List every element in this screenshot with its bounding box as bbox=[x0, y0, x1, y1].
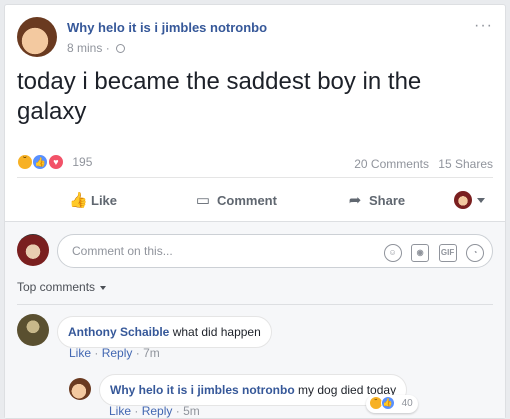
engagement-counts: 20 Comments 15 Shares bbox=[348, 157, 493, 171]
chevron-down-icon bbox=[477, 197, 485, 203]
post-author[interactable]: Why helo it is i jimbles notronbo bbox=[67, 20, 267, 35]
globe-icon bbox=[116, 44, 126, 53]
reply-reply-link[interactable]: Reply bbox=[142, 404, 173, 418]
reply-time[interactable]: 5m bbox=[183, 404, 200, 418]
comment-time[interactable]: 7m bbox=[143, 346, 160, 360]
reply-like-link[interactable]: Like bbox=[109, 404, 131, 418]
thumbs-up-icon: 👍 bbox=[69, 192, 88, 209]
reply-bubble: Why helo it is i jimbles notronbo my dog… bbox=[99, 374, 408, 406]
comment-author[interactable]: Anthony Schaible bbox=[68, 325, 169, 339]
post-stats: ˘ 👍 ♥ 195 20 Comments 15 Shares bbox=[17, 148, 493, 178]
post-meta: 8 mins · bbox=[67, 41, 126, 55]
share-button[interactable]: ➦ Share bbox=[347, 191, 405, 209]
reply-avatar[interactable] bbox=[69, 378, 91, 400]
speech-bubble-icon: ▭ bbox=[195, 192, 211, 209]
composer-tools: ☺ ◉ GIF ◔ bbox=[379, 242, 484, 262]
shares-count-link[interactable]: 15 Shares bbox=[438, 157, 493, 171]
comment-composer: ☺ ◉ GIF ◔ bbox=[57, 234, 493, 268]
post-text: today i became the saddest boy in the ga… bbox=[17, 68, 422, 125]
camera-icon[interactable]: ◉ bbox=[411, 244, 430, 262]
reply-author[interactable]: Why helo it is i jimbles notronbo bbox=[110, 383, 295, 397]
more-options-icon[interactable]: ··· bbox=[474, 17, 493, 35]
comment-reply-link[interactable]: Reply bbox=[102, 346, 133, 360]
identity-selector[interactable] bbox=[454, 191, 485, 209]
reactions-summary[interactable]: ˘ 👍 ♥ 195 bbox=[17, 153, 92, 171]
comment-sort-label: Top comments bbox=[17, 280, 96, 294]
gif-icon[interactable]: GIF bbox=[438, 244, 457, 262]
author-avatar[interactable] bbox=[17, 17, 57, 57]
composer-avatar bbox=[17, 234, 49, 266]
love-reaction-icon: ♥ bbox=[47, 153, 64, 170]
post-time[interactable]: 8 mins bbox=[67, 41, 102, 55]
emoji-icon[interactable]: ☺ bbox=[383, 244, 402, 262]
sad-reaction-icon: ˘ bbox=[17, 153, 33, 170]
comment-meta: Like · Reply · 7m bbox=[69, 346, 160, 360]
comment-label: Comment bbox=[217, 193, 277, 208]
sticker-icon[interactable]: ◔ bbox=[466, 244, 484, 262]
share-arrow-icon: ➦ bbox=[348, 192, 362, 209]
like-reaction-icon: 👍 bbox=[32, 153, 49, 170]
selector-avatar bbox=[454, 191, 472, 209]
reply-meta: Like · Reply · 5m bbox=[109, 404, 200, 418]
chevron-down-icon bbox=[100, 285, 107, 290]
reaction-count: 195 bbox=[72, 154, 93, 169]
post-header: Why helo it is i jimbles notronbo 8 mins… bbox=[17, 17, 493, 61]
comment-avatar[interactable] bbox=[17, 314, 49, 346]
reply-reaction-count: 40 bbox=[401, 397, 413, 409]
post-card: Why helo it is i jimbles notronbo 8 mins… bbox=[4, 4, 506, 419]
post-actions: 👍 Like ▭ Comment ➦ Share bbox=[17, 183, 493, 223]
like-reaction-icon: 👍 bbox=[380, 396, 395, 410]
like-button[interactable]: 👍 Like bbox=[69, 191, 117, 209]
reply-reactions[interactable]: ˘ 👍 40 bbox=[366, 395, 418, 413]
like-label: Like bbox=[91, 193, 118, 208]
share-label: Share bbox=[369, 193, 406, 208]
comment-like-link[interactable]: Like bbox=[69, 346, 91, 360]
comment-input[interactable] bbox=[58, 235, 358, 267]
comment-bubble: Anthony Schaible what did happen bbox=[57, 316, 272, 348]
comments-section: ☺ ◉ GIF ◔ Top comments Anthony Schaible … bbox=[5, 221, 505, 418]
comment-text: what did happen bbox=[172, 325, 261, 339]
comment-sort-dropdown[interactable]: Top comments bbox=[17, 280, 107, 294]
comments-count-link[interactable]: 20 Comments bbox=[354, 157, 429, 171]
divider bbox=[17, 304, 493, 305]
comment-button[interactable]: ▭ Comment bbox=[195, 191, 277, 209]
